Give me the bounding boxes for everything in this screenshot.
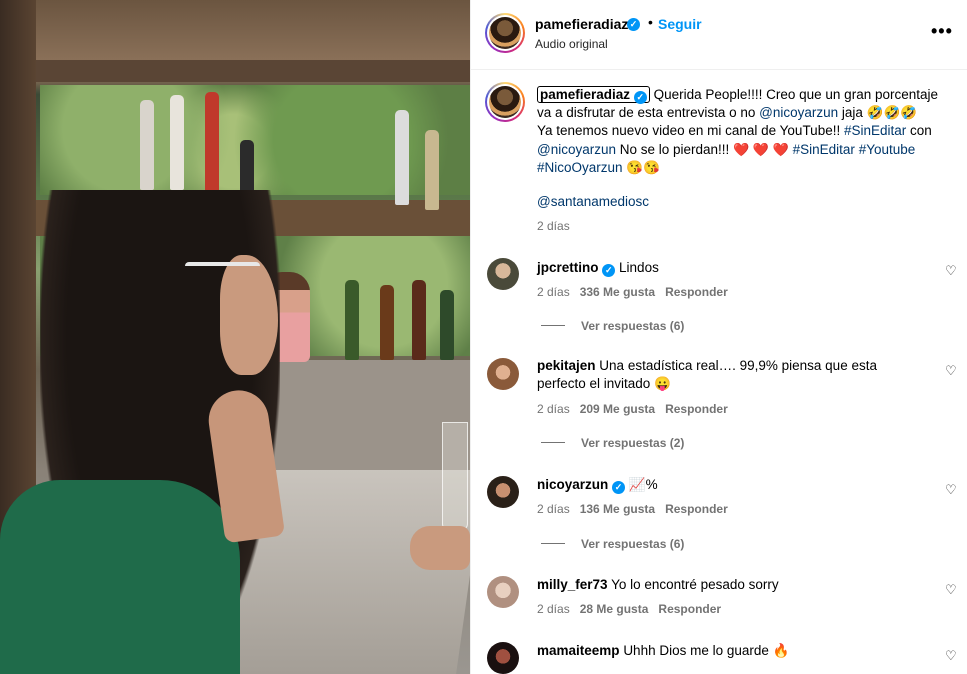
scene-bottle — [395, 110, 409, 205]
comment-time[interactable]: 2 días — [537, 402, 570, 416]
verified-icon: ✓ — [602, 264, 616, 277]
like-heart-icon[interactable]: ♡ — [945, 263, 957, 279]
hashtag-link[interactable]: #SinEditar — [844, 123, 906, 138]
comment-time[interactable]: 2 días — [537, 502, 570, 516]
audio-label[interactable]: Audio original — [535, 37, 608, 51]
hashtag-link[interactable]: #Youtube — [859, 142, 916, 157]
commenter-avatar[interactable] — [487, 642, 519, 674]
scene-glass — [442, 422, 468, 530]
scene-beam — [0, 0, 470, 60]
post-video[interactable] — [0, 0, 470, 674]
like-heart-icon[interactable]: ♡ — [945, 363, 957, 379]
like-heart-icon[interactable]: ♡ — [945, 482, 957, 498]
caption-text-fragment: No se lo pierdan!!! — [616, 141, 734, 157]
scene-woman-top — [0, 480, 240, 674]
caption-text: pamefieradiaz ✓ Querida People!!!! Creo … — [537, 86, 947, 177]
scene-bottle — [440, 290, 454, 360]
author-avatar[interactable] — [485, 13, 525, 53]
commenter-avatar[interactable] — [487, 576, 519, 608]
comment-meta: 2 días 136 Me gusta Responder — [537, 502, 738, 516]
comment-body: mamaiteemp Uhhh Dios me lo guarde 🔥 — [537, 642, 897, 660]
hashtag-link[interactable]: #NicoOyarzun — [537, 160, 623, 175]
caption-line2: Ya tenemos nuevo video en mi canal de Yo… — [537, 123, 844, 139]
comment-body: milly_fer73 Yo lo encontré pesado sorry — [537, 576, 897, 594]
commenter-username[interactable]: nicoyarzun — [537, 477, 608, 492]
commenter-username[interactable]: jpcrettino — [537, 260, 599, 275]
replies-line — [541, 325, 565, 326]
view-replies-button[interactable]: Ver respuestas (6) — [541, 319, 684, 333]
comment-likes[interactable]: 28 Me gusta — [580, 602, 649, 616]
post-header: pamefieradiaz ✓ • Seguir Audio original … — [471, 0, 967, 70]
caption-timestamp[interactable]: 2 días — [537, 219, 570, 233]
comment-body: nicoyarzun ✓ 📈% — [537, 476, 897, 494]
comment-body: pekitajen Una estadística real…. 99,9% p… — [537, 357, 897, 393]
reply-button[interactable]: Responder — [665, 502, 728, 516]
kiss-emojis: 😘😘 — [626, 159, 660, 175]
view-replies-button[interactable]: Ver respuestas (2) — [541, 436, 684, 450]
like-heart-icon[interactable]: ♡ — [945, 648, 957, 664]
commenter-username[interactable]: mamaiteemp — [537, 643, 620, 658]
post-side-panel: pamefieradiaz ✓ • Seguir Audio original … — [470, 0, 967, 674]
view-replies-button[interactable]: Ver respuestas (6) — [541, 537, 684, 551]
comment-meta: 2 días 28 Me gusta Responder — [537, 602, 731, 616]
scene-bottle — [380, 285, 394, 360]
follow-button[interactable]: Seguir — [658, 16, 702, 32]
commenter-username[interactable]: milly_fer73 — [537, 577, 608, 592]
scene-bottle — [425, 130, 439, 210]
mention-link[interactable]: @nicoyarzun — [537, 142, 616, 157]
scene-bottle — [345, 280, 359, 360]
caption-avatar[interactable] — [485, 82, 525, 122]
replies-line — [541, 442, 565, 443]
like-heart-icon[interactable]: ♡ — [945, 582, 957, 598]
comment-text: Uhhh Dios me lo guarde 🔥 — [623, 643, 790, 658]
replies-line — [541, 543, 565, 544]
caption-text-fragment: con — [906, 123, 932, 139]
separator-dot: • — [648, 14, 653, 30]
comment-text: Yo lo encontré pesado sorry — [611, 577, 779, 592]
scene-bottle — [170, 95, 184, 190]
reply-button[interactable]: Responder — [665, 285, 728, 299]
caption-line1-tail: jaja 🤣🤣🤣 — [838, 105, 918, 121]
comment-meta: 2 días 209 Me gusta Responder — [537, 402, 738, 416]
more-options-icon[interactable]: ••• — [931, 22, 953, 40]
hashtag-link[interactable]: #SinEditar — [793, 142, 855, 157]
view-replies-label: Ver respuestas (6) — [581, 319, 685, 333]
comment-likes[interactable]: 209 Me gusta — [580, 402, 655, 416]
comment-meta: 2 días 336 Me gusta Responder — [537, 285, 738, 299]
scene-bottle — [412, 280, 426, 360]
view-replies-label: Ver respuestas (6) — [581, 537, 685, 551]
scene-beam — [30, 60, 470, 82]
comment-body: jpcrettino ✓ Lindos — [537, 259, 897, 277]
commenter-avatar[interactable] — [487, 258, 519, 290]
commenter-avatar[interactable] — [487, 358, 519, 390]
verified-icon: ✓ — [627, 18, 640, 31]
comment-likes[interactable]: 336 Me gusta — [580, 285, 655, 299]
commenter-avatar[interactable] — [487, 476, 519, 508]
comment-text: 📈% — [628, 477, 658, 492]
scene-bottle — [205, 92, 219, 202]
heart-emojis: ❤️ ❤️ ❤️ — [733, 141, 789, 157]
comment-time[interactable]: 2 días — [537, 285, 570, 299]
reply-button[interactable]: Responder — [658, 602, 721, 616]
author-username[interactable]: pamefieradiaz — [535, 16, 628, 32]
scene-sunglasses — [185, 262, 260, 278]
caption-username[interactable]: pamefieradiaz ✓ — [537, 86, 650, 104]
comment-time[interactable]: 2 días — [537, 602, 570, 616]
comment-likes[interactable]: 136 Me gusta — [580, 502, 655, 516]
comment-text: Lindos — [619, 260, 659, 275]
verified-icon: ✓ — [633, 91, 647, 104]
post-caption: pamefieradiaz ✓ Querida People!!!! Creo … — [471, 70, 967, 245]
reply-button[interactable]: Responder — [665, 402, 728, 416]
scene-bottle — [140, 100, 154, 190]
verified-icon: ✓ — [612, 481, 626, 494]
commenter-username[interactable]: pekitajen — [537, 358, 596, 373]
view-replies-label: Ver respuestas (2) — [581, 436, 685, 450]
mention-link[interactable]: @nicoyarzun — [759, 105, 838, 120]
scene-hand — [410, 526, 470, 570]
tag-link[interactable]: @santanamediosc — [537, 194, 649, 209]
